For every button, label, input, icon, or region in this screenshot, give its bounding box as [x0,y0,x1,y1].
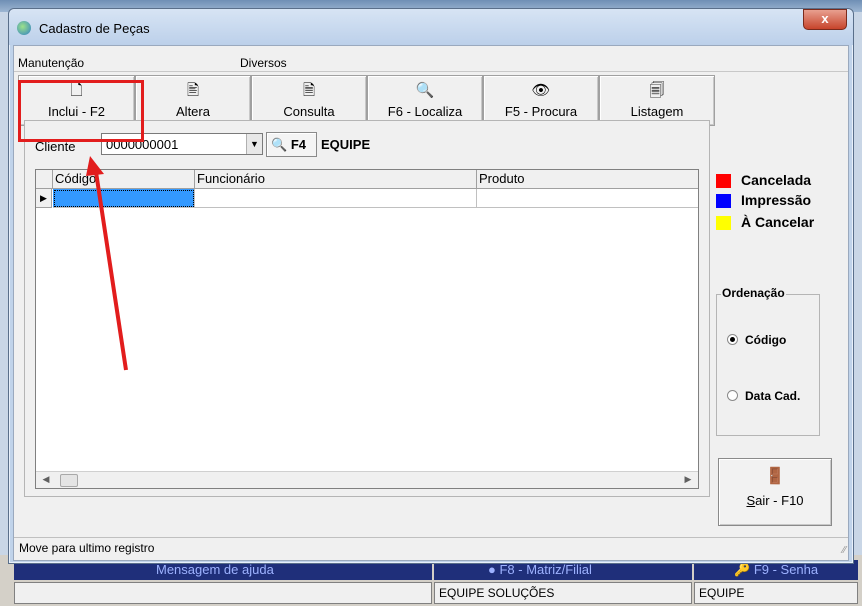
grid-cell-codigo[interactable] [53,189,195,208]
consulta-button[interactable]: 🗎 Consulta [251,75,367,126]
cliente-combo[interactable]: 0000000001 ▼ [101,133,263,155]
localiza-label: F6 - Localiza [387,104,463,119]
close-button[interactable]: x [803,9,847,30]
new-document-icon: 🗋 [70,82,83,99]
scroll-thumb[interactable] [60,474,78,487]
status-bar: Move para ultimo registro ⁄⁄ [14,537,848,558]
listagem-button[interactable]: 🗐 Listagem [599,75,715,126]
localiza-button[interactable]: 🔍 F6 - Localiza [367,75,483,126]
yellow-swatch [716,216,731,230]
column-header-codigo[interactable]: Código [53,170,195,189]
list-report-icon: 🗐 [649,82,665,99]
client-name: EQUIPE [321,137,371,152]
column-header-produto[interactable]: Produto [477,170,698,189]
altera-label: Altera [176,104,210,119]
ordenacao-group: Ordenação Código Data Cad. [716,286,820,436]
main-panel: Cliente 0000000001 ▼ 🔍 F4 EQUIPE Código … [24,120,710,497]
desktop: Mensagem de ajuda ● F8 - Matriz/Filial 🔑… [0,0,862,606]
cliente-label: Cliente [35,139,76,154]
altera-button[interactable]: 🖹 Altera [135,75,251,126]
status-message: Move para ultimo registro [19,541,155,555]
inclui-label: Inclui - F2 [47,104,106,119]
chevron-down-icon[interactable]: ▼ [246,134,262,154]
horizontal-scrollbar[interactable]: ◀ ▶ [36,471,698,488]
procura-button[interactable]: 👁 F5 - Procura [483,75,599,126]
company-cell: EQUIPE SOLUÇÕES [434,582,692,604]
menu-manutencao[interactable]: Manutenção [18,56,84,70]
magnifier-icon: 🔍 [271,137,288,152]
listagem-label: Listagem [630,104,684,119]
red-swatch [716,174,731,188]
inclui-button[interactable]: 🗋 Inclui - F2 [18,75,135,126]
consulta-label: Consulta [283,104,335,119]
titlebar[interactable]: Cadastro de Peças x [9,9,853,45]
header-corner [36,170,53,189]
cliente-value: 0000000001 [106,137,179,152]
edit-document-icon: 🖹 [186,82,200,99]
globe-icon: ● [488,562,500,577]
grid-cell-funcionario[interactable] [195,189,477,208]
grid-cell-produto[interactable] [477,189,698,208]
sair-button[interactable]: 🚪 Sair - F10 [718,458,832,526]
blue-swatch [716,194,731,208]
cadastro-pecas-window: Cadastro de Peças x Manutenção Diversos … [8,8,854,564]
exit-door-icon: 🚪 [765,468,785,485]
sair-label: Sair - F10 [746,493,804,508]
procura-label: F5 - Procura [504,104,578,119]
view-document-icon: 🗎 [302,82,316,99]
row-indicator-icon: ▶ [36,189,52,208]
user-cell: EQUIPE [694,582,858,604]
menu-diversos[interactable]: Diversos [240,56,287,70]
records-grid[interactable]: Código Funcionário Produto ▶ ◀ ▶ [35,169,699,489]
app-icon [17,21,31,35]
f4-label: F4 [290,137,306,152]
ordenacao-title: Ordenação [721,286,786,300]
magnifier-icon: 🔍 [415,82,435,99]
radio-unselected-icon [727,390,738,401]
resize-grip-icon[interactable]: ⁄⁄ [843,545,846,556]
scroll-right-icon[interactable]: ▶ [682,474,694,485]
key-icon: 🔑 [734,562,754,577]
window-title: Cadastro de Peças [39,21,150,36]
grid-header: Código Funcionário Produto [36,170,698,189]
scroll-left-icon[interactable]: ◀ [40,474,52,485]
menu-bar: Manutenção Diversos [14,54,848,72]
f4-search-button[interactable]: 🔍 F4 [266,132,317,157]
radio-selected-icon [727,334,738,345]
window-client-area: Manutenção Diversos 🗋 Inclui - F2 🖹 Alte… [13,45,849,561]
eye-search-icon: 👁 [531,82,551,99]
status-cell-empty [14,582,432,604]
column-header-funcionario[interactable]: Funcionário [195,170,477,189]
